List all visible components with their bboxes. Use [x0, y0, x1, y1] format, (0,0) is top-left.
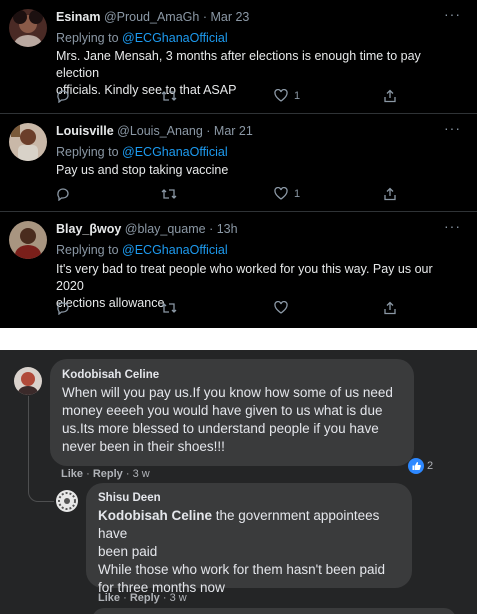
- replying-to: Replying to @ECGhanaOfficial: [56, 145, 228, 159]
- replying-handle-link[interactable]: @ECGhanaOfficial: [122, 145, 228, 159]
- tweet-text-line: Mrs. Jane Mensah, 3 months after electio…: [56, 49, 421, 80]
- thread-connector: [28, 396, 54, 502]
- comment-text-line: us.Its more blessed to understand people…: [62, 421, 379, 436]
- retweet-button[interactable]: [161, 301, 177, 315]
- tweet[interactable]: Esinam @Proud_AmaGh · Mar 23 ··· Replyin…: [0, 0, 477, 114]
- like-icon: [274, 89, 288, 102]
- like-icon: [274, 187, 288, 200]
- author-handle[interactable]: @Proud_AmaGh: [104, 10, 199, 24]
- replying-handle-link[interactable]: @ECGhanaOfficial: [122, 31, 228, 45]
- comment-text-line: money eeeeh you would have given to us w…: [62, 403, 383, 418]
- author-name[interactable]: Blay_βwoy: [56, 222, 121, 236]
- reply-text: Kodobisah Celine the government appointe…: [98, 507, 400, 597]
- reply-author[interactable]: Shisu Deen: [98, 492, 400, 504]
- retweet-button[interactable]: [161, 89, 177, 103]
- like-icon: [274, 301, 288, 314]
- reply-icon: [57, 90, 69, 103]
- share-icon: [384, 89, 396, 103]
- reply-text-line: been paid: [98, 544, 158, 559]
- reply-link[interactable]: Reply: [93, 468, 123, 480]
- reply-text-line: While those who work for them hasn't bee…: [98, 562, 385, 577]
- retweet-button[interactable]: [161, 187, 177, 201]
- tweet-header: Esinam @Proud_AmaGh · Mar 23: [56, 10, 249, 24]
- next-reply-bubble: [92, 608, 456, 614]
- author-name[interactable]: Esinam: [56, 10, 100, 24]
- reply-bubble: Shisu Deen Kodobisah Celine the governme…: [86, 483, 412, 595]
- reply-button[interactable]: [56, 301, 70, 315]
- tweet-date[interactable]: · Mar 23: [203, 10, 250, 24]
- like-button[interactable]: [274, 301, 294, 314]
- reply-link[interactable]: Reply: [130, 592, 160, 604]
- avatar[interactable]: [9, 9, 47, 47]
- retweet-icon: [161, 303, 177, 313]
- comment-text-line: When will you pay us.If you know how som…: [62, 385, 393, 400]
- reply-button[interactable]: [56, 89, 70, 103]
- like-button[interactable]: 1: [274, 187, 300, 200]
- reaction-count-value: 2: [427, 460, 434, 472]
- tweet[interactable]: Blay_βwoy @blay_quame · 13h ··· Replying…: [0, 212, 477, 328]
- replying-prefix: Replying to: [56, 145, 119, 159]
- tweet-text-line: Pay us and stop taking vaccine: [56, 163, 229, 177]
- avatar[interactable]: [14, 367, 42, 395]
- tweet-actions: 1: [56, 89, 406, 107]
- tweet-header: Blay_βwoy @blay_quame · 13h: [56, 222, 238, 236]
- like-count: 1: [294, 89, 301, 102]
- author-name[interactable]: Louisville: [56, 124, 114, 138]
- tweet-actions: [56, 301, 406, 319]
- author-handle[interactable]: @blay_quame: [125, 222, 206, 236]
- replying-prefix: Replying to: [56, 243, 119, 257]
- comment-bubble: Kodobisah Celine When will you pay us.If…: [50, 359, 414, 466]
- tweet-actions: 1: [56, 187, 406, 205]
- tweet-header: Louisville @Louis_Anang · Mar 21: [56, 124, 253, 138]
- avatar[interactable]: [9, 123, 47, 161]
- share-button[interactable]: [383, 187, 397, 201]
- retweet-icon: [161, 91, 177, 101]
- avatar[interactable]: [56, 490, 78, 512]
- replying-handle-link[interactable]: @ECGhanaOfficial: [122, 243, 228, 257]
- tweet-date[interactable]: · Mar 21: [206, 124, 253, 138]
- separator: [0, 328, 477, 350]
- tweet[interactable]: Louisville @Louis_Anang · Mar 21 ··· Rep…: [0, 114, 477, 212]
- tweet-text: Pay us and stop taking vaccine: [56, 162, 461, 179]
- replying-to: Replying to @ECGhanaOfficial: [56, 243, 228, 257]
- reply-time[interactable]: 3 w: [170, 592, 187, 604]
- comment-text-line: never been in their shoes!!!: [62, 439, 225, 454]
- mentioned-user-link[interactable]: Kodobisah Celine: [98, 508, 212, 523]
- reply-icon: [57, 302, 69, 315]
- author-handle[interactable]: @Louis_Anang: [117, 124, 203, 138]
- more-options-icon[interactable]: ···: [444, 120, 461, 136]
- like-count: 1: [294, 187, 301, 200]
- like-button[interactable]: 1: [274, 89, 300, 102]
- tweet-date[interactable]: · 13h: [209, 222, 238, 236]
- comment-actions: Like · Reply · 3 w: [61, 468, 150, 480]
- replying-to: Replying to @ECGhanaOfficial: [56, 31, 228, 45]
- twitter-replies-panel: Esinam @Proud_AmaGh · Mar 23 ··· Replyin…: [0, 0, 477, 328]
- comment-author[interactable]: Kodobisah Celine: [62, 369, 402, 381]
- facebook-comments-panel: Kodobisah Celine When will you pay us.If…: [0, 350, 477, 614]
- share-button[interactable]: [383, 301, 397, 315]
- tweet-text-line: It's very bad to treat people who worked…: [56, 262, 433, 293]
- reaction-count[interactable]: 2: [408, 458, 433, 474]
- retweet-icon: [161, 189, 177, 199]
- like-reaction-icon: [408, 458, 424, 474]
- like-link[interactable]: Like: [61, 468, 83, 480]
- comment-time[interactable]: 3 w: [133, 468, 150, 480]
- more-options-icon[interactable]: ···: [444, 218, 461, 234]
- reply-icon: [57, 188, 69, 201]
- share-icon: [384, 301, 396, 315]
- reply-actions: Like · Reply · 3 w: [98, 592, 187, 604]
- comment-text: When will you pay us.If you know how som…: [62, 384, 402, 456]
- share-button[interactable]: [383, 89, 397, 103]
- replying-prefix: Replying to: [56, 31, 119, 45]
- like-link[interactable]: Like: [98, 592, 120, 604]
- avatar[interactable]: [9, 221, 47, 259]
- more-options-icon[interactable]: ···: [444, 6, 461, 22]
- reply-button[interactable]: [56, 187, 70, 201]
- share-icon: [384, 187, 396, 201]
